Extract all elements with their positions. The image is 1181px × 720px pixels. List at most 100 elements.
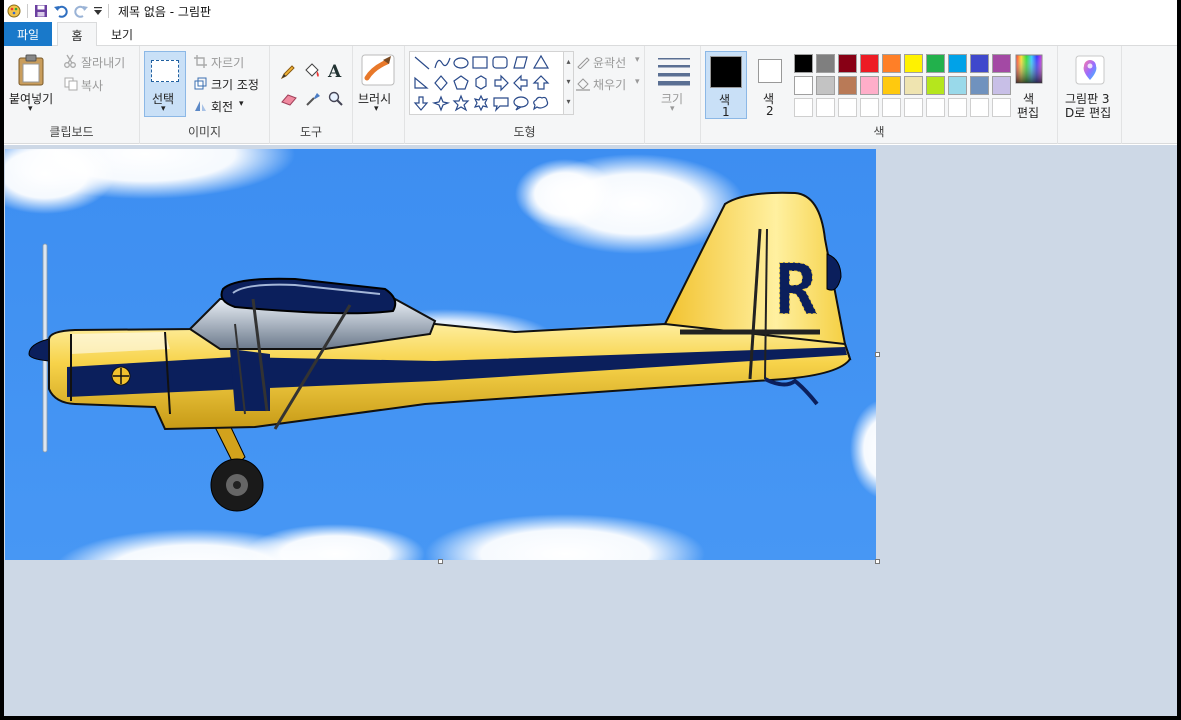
canvas-resize-handle-corner[interactable] [875, 559, 880, 564]
palette-swatch[interactable] [794, 54, 813, 73]
palette-swatch[interactable] [992, 76, 1011, 95]
palette-swatch[interactable] [838, 54, 857, 73]
palette-swatch[interactable] [904, 54, 923, 73]
canvas-resize-handle-right[interactable] [875, 352, 880, 357]
select-icon [151, 60, 179, 82]
edit-colors-icon[interactable] [1015, 54, 1043, 87]
palette-swatch[interactable] [970, 76, 989, 95]
group-colors: 색 1 색 2 색 편집 색 [701, 46, 1058, 144]
customize-quick-access-icon[interactable] [91, 1, 105, 21]
size-dropdown-arrow-icon[interactable]: ▾ [670, 104, 675, 114]
crop-icon [194, 55, 207, 71]
ribbon-tab-row: 파일 홈 보기 [4, 22, 1177, 47]
outline-button[interactable]: 윤곽선 [593, 54, 626, 71]
palette-swatch[interactable] [816, 76, 835, 95]
palette-swatch[interactable] [860, 54, 879, 73]
group-label-clipboard: 클립보드 [49, 125, 94, 139]
paint3d-icon[interactable] [1075, 55, 1105, 88]
crop-button[interactable]: 자르기 [211, 54, 244, 71]
tab-home[interactable]: 홈 [57, 22, 97, 47]
palette-swatch[interactable] [948, 54, 967, 73]
group-clipboard: 붙여넣기 ▾ 잘라내기 복사 클립보드 [4, 46, 140, 144]
palette-custom-slot[interactable] [816, 98, 835, 117]
palette-custom-slot[interactable] [904, 98, 923, 117]
palette-custom-slot[interactable] [926, 98, 945, 117]
paste-icon[interactable] [16, 54, 46, 89]
cut-button[interactable]: 잘라내기 [81, 54, 125, 71]
save-icon[interactable] [31, 1, 51, 21]
outline-icon [576, 55, 590, 72]
paint-window: 제목 없음 - 그림판 파일 홈 보기 붙여넣기 ▾ 잘라내기 복사 클립보드 [4, 0, 1177, 716]
palette-swatch[interactable] [860, 76, 879, 95]
rotate-icon [194, 99, 207, 115]
shapes-gallery-icons[interactable] [410, 52, 565, 116]
redo-icon[interactable] [71, 1, 91, 21]
palette-swatch[interactable] [926, 54, 945, 73]
palette-custom-slot[interactable] [838, 98, 857, 117]
palette-swatch[interactable] [794, 76, 813, 95]
paint-app-icon[interactable] [4, 1, 24, 21]
svg-text:A: A [327, 62, 342, 80]
group-tools: A 도구 [270, 46, 353, 144]
eraser-icon[interactable] [280, 92, 298, 109]
color1-swatch [710, 56, 742, 88]
color2-button[interactable]: 색 2 [751, 51, 789, 119]
palette-custom-slot[interactable] [970, 98, 989, 117]
tail-letter-r: R [775, 249, 818, 331]
palette-swatch[interactable] [882, 76, 901, 95]
copy-button[interactable]: 복사 [81, 77, 103, 94]
outline-dropdown-arrow-icon[interactable]: ▾ [635, 55, 640, 65]
color-picker-icon[interactable] [305, 91, 321, 110]
size-icon[interactable] [657, 56, 691, 89]
resize-icon [194, 77, 207, 93]
copy-icon [64, 77, 78, 94]
fill-bucket-icon[interactable] [303, 62, 321, 83]
text-tool-icon[interactable]: A [327, 62, 343, 83]
color1-button[interactable]: 색 1 [705, 51, 747, 119]
rotate-dropdown-arrow-icon[interactable]: ▾ [239, 99, 244, 109]
title-bar: 제목 없음 - 그림판 [4, 0, 1177, 22]
brushes-icon[interactable] [361, 54, 395, 89]
quick-access-separator [108, 4, 109, 18]
palette-custom-slot[interactable] [882, 98, 901, 117]
group-size: 크기 ▾ [649, 46, 701, 144]
canvas-resize-handle-bottom[interactable] [438, 559, 443, 564]
edit-colors-label-b[interactable]: 편집 [1017, 104, 1039, 121]
paint3d-label-line2[interactable]: D로 편집 [1065, 104, 1111, 121]
paste-dropdown-arrow-icon[interactable]: ▾ [28, 104, 33, 114]
palette-swatch[interactable] [992, 54, 1011, 73]
color1-label-b: 1 [722, 105, 730, 119]
palette-custom-slot[interactable] [948, 98, 967, 117]
palette-custom-slot[interactable] [860, 98, 879, 117]
palette-custom-slot[interactable] [794, 98, 813, 117]
palette-swatch[interactable] [948, 76, 967, 95]
fill-dropdown-arrow-icon[interactable]: ▾ [635, 77, 640, 87]
group-shapes: ▴ ▾ ▾ 윤곽선 ▾ 채우기 ▾ 도형 [405, 46, 645, 144]
airplane-picture: R [5, 149, 876, 560]
palette-swatch[interactable] [926, 76, 945, 95]
fill-button[interactable]: 채우기 [593, 76, 626, 93]
group-label-tools: 도구 [299, 125, 323, 139]
tab-file[interactable]: 파일 [4, 22, 52, 46]
magnifier-icon[interactable] [328, 91, 344, 110]
brushes-dropdown-arrow-icon[interactable]: ▾ [374, 104, 379, 114]
palette-swatch[interactable] [838, 76, 857, 95]
select-dropdown-arrow-icon[interactable]: ▾ [161, 104, 166, 114]
palette-swatch[interactable] [882, 54, 901, 73]
fill-icon [576, 77, 590, 94]
select-button[interactable]: 선택 ▾ [144, 51, 186, 117]
ribbon: 붙여넣기 ▾ 잘라내기 복사 클립보드 선택 ▾ 자르기 크기 조정 회전 ▾ … [4, 46, 1177, 144]
cut-icon [64, 54, 76, 71]
resize-button[interactable]: 크기 조정 [211, 76, 259, 93]
palette-swatch[interactable] [816, 54, 835, 73]
group-label-image: 이미지 [187, 125, 222, 139]
palette-custom-slot[interactable] [992, 98, 1011, 117]
undo-icon[interactable] [51, 1, 71, 21]
tab-view[interactable]: 보기 [102, 22, 142, 46]
shapes-gallery-scroll[interactable]: ▴ ▾ ▾ [564, 51, 574, 115]
palette-swatch[interactable] [970, 54, 989, 73]
palette-swatch[interactable] [904, 76, 923, 95]
rotate-button[interactable]: 회전 [211, 98, 233, 115]
pencil-icon[interactable] [280, 64, 296, 83]
drawing-canvas[interactable]: R [5, 149, 876, 560]
